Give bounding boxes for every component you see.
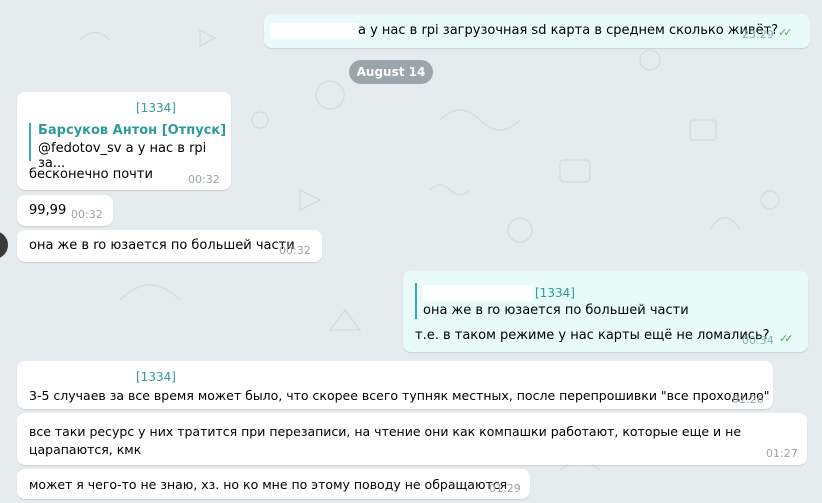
message-incoming[interactable]: может я чего-то не знаю, хз. но ко мне п… (17, 469, 530, 499)
message-text: может я чего-то не знаю, хз. но ко мне п… (29, 477, 508, 492)
message-time: 00:32 (279, 244, 311, 257)
message-incoming[interactable]: [1334] 3-5 случаев за все время может бы… (17, 361, 773, 409)
sender-name: [1334] (136, 101, 176, 115)
message-text: а у нас в rpi загрузочная sd карта в сре… (358, 23, 779, 38)
message-time: 00:34 (742, 334, 774, 347)
double-check-icon: ✓✓ (778, 26, 793, 39)
message-text: она же в ro юзается по большей части (29, 238, 295, 253)
message-text: 99,99 (29, 203, 67, 218)
message-text: т.е. в таком режиме у нас карты ещё не л… (415, 328, 770, 343)
sender-name: [1334] (535, 286, 575, 300)
message-incoming[interactable]: все таки ресурс у них тратится при перез… (17, 413, 807, 465)
message-incoming[interactable]: [1334] Барсуков Антон [Отпуск] @fedotov_… (17, 92, 231, 190)
message-time: 01:27 (766, 447, 798, 460)
message-time: 00:32 (188, 173, 220, 186)
sender-name: [1334] (136, 370, 176, 384)
reply-snippet: она же в ro юзается по большей части (423, 303, 689, 318)
message-outgoing[interactable]: [1334] она же в ro юзается по большей ча… (403, 271, 808, 352)
message-time: 00:32 (71, 208, 103, 221)
reply-quote[interactable]: Барсуков Антон [Отпуск] @fedotov_sv а у … (29, 123, 228, 171)
message-text: 3-5 случаев за все время может было, что… (29, 388, 770, 403)
redacted-mention (423, 285, 533, 301)
message-text: все таки ресурс у них тратится при перез… (29, 424, 742, 457)
redacted-mention (270, 23, 358, 39)
date-separator: August 14 (349, 60, 433, 84)
message-incoming[interactable]: она же в ro юзается по большей части 00:… (17, 230, 322, 262)
double-check-icon: ✓✓ (779, 332, 794, 345)
message-incoming[interactable]: 99,99 00:32 (17, 195, 113, 226)
message-outgoing[interactable]: а у нас в rpi загрузочная sd карта в сре… (264, 14, 810, 48)
message-time: 23:29 (742, 28, 774, 41)
reply-quote[interactable]: [1334] она же в ro юзается по большей ча… (415, 283, 804, 319)
message-time: 01:29 (489, 482, 521, 495)
reply-author: Барсуков Антон [Отпуск] (38, 123, 227, 138)
message-time: 01:26 (732, 393, 764, 406)
avatar[interactable] (0, 231, 8, 259)
message-text: бесконечно почти (29, 167, 153, 182)
